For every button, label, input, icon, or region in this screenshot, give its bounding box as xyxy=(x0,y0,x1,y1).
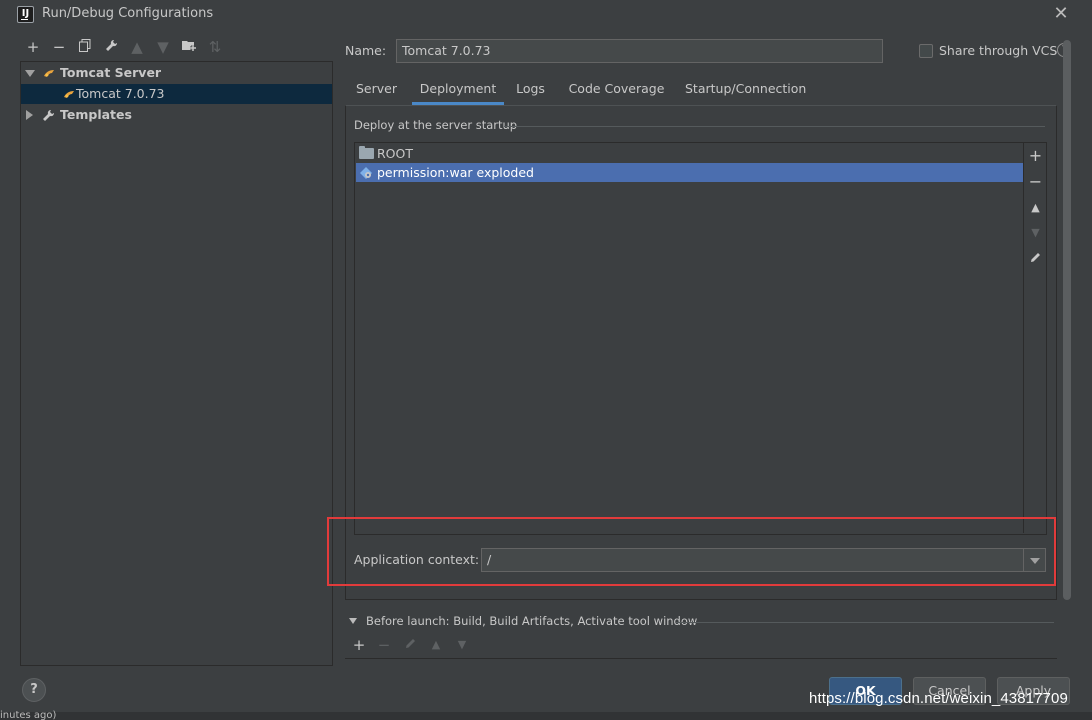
move-up-icon[interactable]: ▲ xyxy=(126,36,148,58)
folder-icon xyxy=(359,146,374,159)
bottom-divider xyxy=(345,658,1057,659)
expand-arrow-icon[interactable] xyxy=(349,618,357,624)
tab-code-coverage[interactable]: Code Coverage xyxy=(567,74,666,105)
scrollbar[interactable] xyxy=(1063,40,1071,600)
tree-group-templates[interactable]: Templates xyxy=(21,105,332,125)
name-field[interactable]: Tomcat 7.0.73 xyxy=(396,39,883,63)
tab-server[interactable]: Server xyxy=(351,74,402,105)
watermark: https://blog.csdn.net/weixin_43817709 xyxy=(809,690,1068,707)
add-icon[interactable]: + xyxy=(1024,145,1047,167)
expand-arrow-icon[interactable] xyxy=(25,70,35,77)
move-up-icon[interactable]: ▲ xyxy=(425,634,447,656)
remove-icon[interactable]: − xyxy=(373,634,395,656)
window-title: Run/Debug Configurations xyxy=(42,6,214,21)
config-tabs: Server Deployment Logs Code Coverage Sta… xyxy=(345,74,1057,105)
before-launch-toolbar: + − ▲ ▼ xyxy=(348,634,488,656)
move-down-icon[interactable]: ▼ xyxy=(152,36,174,58)
list-item-permission-war-exploded[interactable]: permission:war exploded xyxy=(356,163,1023,182)
remove-icon[interactable]: − xyxy=(1024,171,1047,193)
share-vcs-checkbox[interactable] xyxy=(919,44,933,58)
add-icon[interactable]: + xyxy=(348,634,370,656)
help-button[interactable]: ? xyxy=(22,678,46,702)
collapse-arrow-icon[interactable] xyxy=(26,110,33,120)
config-tree: Tomcat Server Tomcat 7.0.73 Templates xyxy=(20,61,333,666)
edit-icon[interactable] xyxy=(1024,248,1047,270)
before-launch-divider xyxy=(676,622,1054,623)
new-folder-icon[interactable] xyxy=(178,36,200,58)
move-up-icon[interactable]: ▲ xyxy=(1024,197,1047,219)
tab-deployment[interactable]: Deployment xyxy=(412,74,504,105)
sort-icon[interactable]: ⇅ xyxy=(204,36,226,58)
share-vcs-label[interactable]: Share through VCS xyxy=(939,43,1057,58)
list-item-label: permission:war exploded xyxy=(377,165,534,180)
wrench-icon xyxy=(43,109,55,121)
background-status-text: inutes ago) xyxy=(0,710,57,720)
copy-icon[interactable] xyxy=(74,36,96,58)
edit-icon[interactable] xyxy=(399,634,421,656)
remove-icon[interactable]: − xyxy=(48,36,70,58)
tomcat-icon xyxy=(64,91,74,98)
background-window-strip xyxy=(0,712,1092,720)
deploy-caption: Deploy at the server startup xyxy=(354,118,518,132)
name-label: Name: xyxy=(345,43,387,58)
tomcat-icon xyxy=(44,70,54,77)
list-item-label: ROOT xyxy=(377,146,413,161)
intellij-app-icon: IJ xyxy=(17,6,34,23)
artifact-icon xyxy=(360,167,372,179)
caption-divider xyxy=(504,126,1045,127)
list-item-root[interactable]: ROOT xyxy=(356,144,1023,163)
tree-item-label: Tomcat 7.0.73 xyxy=(76,86,165,101)
tree-item-tomcat-7-0-73[interactable]: Tomcat 7.0.73 xyxy=(21,84,332,104)
before-launch-label[interactable]: Before launch: Build, Build Artifacts, A… xyxy=(366,614,697,628)
config-toolbar: + − ▲ ▼ ⇅ xyxy=(20,36,332,60)
tree-templates-label: Templates xyxy=(60,107,132,122)
tree-group-tomcat-server[interactable]: Tomcat Server xyxy=(21,63,332,83)
tree-group-label: Tomcat Server xyxy=(60,65,162,80)
tab-startup-connection[interactable]: Startup/Connection xyxy=(685,74,806,105)
move-down-icon[interactable]: ▼ xyxy=(1024,222,1047,244)
tab-logs[interactable]: Logs xyxy=(512,74,549,105)
deploy-list-toolbar: + − ▲ ▼ xyxy=(1023,143,1046,533)
deploy-list[interactable]: ROOT permission:war exploded xyxy=(354,142,1047,535)
wrench-icon[interactable] xyxy=(100,36,122,58)
move-down-icon[interactable]: ▼ xyxy=(451,634,473,656)
close-icon[interactable]: ✕ xyxy=(1051,4,1071,24)
add-icon[interactable]: + xyxy=(22,36,44,58)
highlight-annotation xyxy=(327,517,1056,586)
